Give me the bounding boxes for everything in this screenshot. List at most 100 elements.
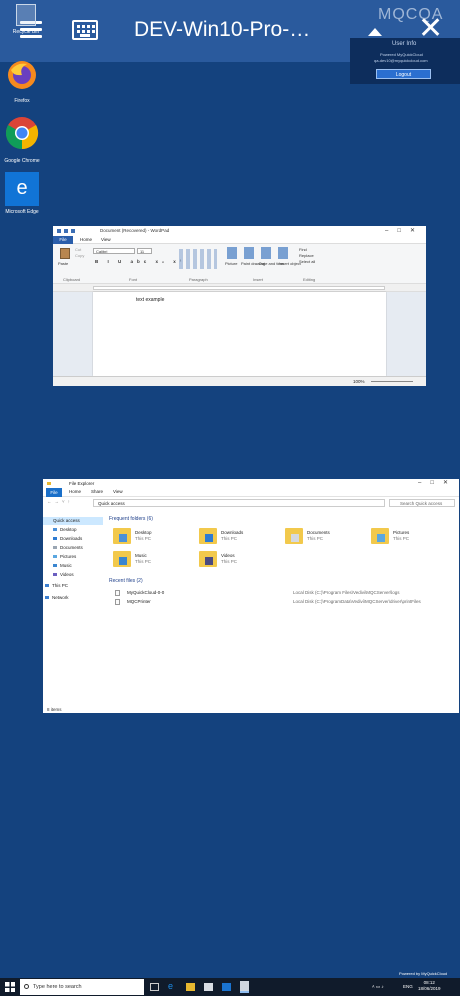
- user-info-line: Powered MyQuickCloud: [380, 52, 423, 57]
- nav-documents[interactable]: Documents: [53, 545, 83, 550]
- edge-taskbar-icon[interactable]: e: [168, 981, 177, 991]
- recent-files-header[interactable]: Recent files (2): [109, 578, 143, 584]
- wordpad-ribbon: Paste Cut Copy Calibri 11 B I U abc x₂ x…: [53, 244, 426, 284]
- wordpad-taskbar-icon[interactable]: [240, 981, 249, 993]
- explorer-titlebar: File Explorer –□✕: [43, 479, 459, 488]
- font-size-select[interactable]: 11: [137, 248, 152, 254]
- desktop-icon-label: Firefox: [14, 98, 30, 104]
- folder-icon: [47, 482, 51, 485]
- language-indicator[interactable]: ENG: [403, 984, 413, 989]
- paragraph-icons[interactable]: [179, 249, 217, 269]
- desktop-icon-firefox[interactable]: Firefox: [2, 60, 42, 104]
- tray-icons[interactable]: ˄ ▭ ♪: [372, 984, 384, 990]
- tab-file[interactable]: File: [46, 488, 62, 497]
- window-controls[interactable]: –□✕: [418, 479, 457, 488]
- folder-downloads[interactable]: Downloads This PC: [199, 528, 279, 548]
- nav-videos[interactable]: Videos: [53, 572, 74, 577]
- tab-home[interactable]: Home: [69, 489, 81, 494]
- tab-home[interactable]: Home: [80, 237, 92, 242]
- mail-icon[interactable]: [222, 983, 231, 991]
- paste-icon[interactable]: [60, 248, 70, 259]
- document-text[interactable]: text example: [136, 297, 164, 303]
- nav-pictures[interactable]: Pictures: [53, 554, 76, 559]
- desktop-icon-recycle-bin[interactable]: Recycle Bin: [6, 4, 46, 35]
- pictures-folder-icon: [371, 528, 389, 544]
- explorer-ribbon-tabs: File Home Share View: [43, 488, 459, 497]
- group-label-insert: Insert: [253, 277, 264, 282]
- zoom-level: 100%: [353, 379, 365, 384]
- folder-pictures[interactable]: Pictures This PC: [371, 528, 451, 548]
- nav-music[interactable]: Music: [53, 563, 72, 568]
- recent-file-row[interactable]: MQCPrinter Local Disk (C:)\ProgramData\Ve…: [115, 598, 455, 606]
- keyboard-icon[interactable]: [72, 20, 98, 40]
- format-buttons[interactable]: B I U abc x₂ x²: [95, 259, 185, 264]
- group-label-editing: Editing: [303, 277, 316, 282]
- taskbar-search-input[interactable]: Type here to search: [20, 979, 144, 995]
- document-page[interactable]: text example: [93, 292, 386, 376]
- zoom-slider[interactable]: [371, 381, 413, 382]
- search-input[interactable]: Search Quick access: [389, 499, 455, 507]
- item-count: 8 items: [47, 707, 62, 712]
- insert-icons[interactable]: [227, 247, 289, 259]
- folder-videos[interactable]: Videos This PC: [199, 551, 279, 571]
- tab-file[interactable]: File: [53, 236, 73, 244]
- copy-button[interactable]: Copy: [75, 253, 84, 258]
- wordpad-ribbon-tabs: File Home View: [53, 236, 426, 244]
- recent-file-row[interactable]: MyQuickCloud-0-0 Local Disk (C:)\Program …: [115, 589, 455, 597]
- windows-start-icon[interactable]: [5, 982, 15, 992]
- tab-view[interactable]: View: [113, 489, 123, 494]
- nav-quick-access[interactable]: Quick access: [43, 517, 103, 525]
- insert-picture-button[interactable]: Picture: [225, 261, 237, 266]
- file-explorer-taskbar-icon[interactable]: [186, 983, 195, 991]
- desktop-icon-chrome[interactable]: Google Chrome: [2, 116, 42, 164]
- desktop-icon-label: Google Chrome: [4, 158, 40, 164]
- user-info-title: User Info: [392, 41, 417, 47]
- taskbar: Type here to search e ˄ ▭ ♪ ENG 08:12 18…: [0, 978, 460, 996]
- cut-button[interactable]: Cut: [75, 247, 81, 252]
- clock[interactable]: 08:12 18/06/2019: [418, 980, 441, 992]
- search-placeholder: Search Quick access: [400, 501, 443, 506]
- frequent-folders-header[interactable]: Frequent folders (6): [109, 516, 153, 522]
- search-icon: [24, 984, 29, 989]
- powered-by-label: Powered by MyQuickCloud: [399, 971, 448, 976]
- address-bar[interactable]: Quick access: [93, 499, 385, 507]
- group-label-font: Font: [129, 277, 138, 282]
- user-info-panel: User Info Powered MyQuickCloud qa-dev10@…: [350, 38, 460, 84]
- session-title: DEV-Win10-Pro-…: [134, 18, 311, 41]
- edge-icon: e: [5, 172, 39, 206]
- nav-arrows-icon[interactable]: ←→˅↑: [47, 499, 73, 504]
- store-icon[interactable]: [204, 983, 213, 991]
- nav-this-pc[interactable]: This PC: [45, 583, 68, 588]
- desktop-icon-label: Microsoft Edge: [5, 209, 39, 215]
- wordpad-window: Document (Recovered) - WordPad –□✕ File …: [53, 226, 426, 386]
- logout-button[interactable]: Logout: [376, 69, 431, 79]
- collapse-up-icon[interactable]: [368, 28, 382, 36]
- tab-view[interactable]: View: [101, 237, 111, 242]
- nav-desktop[interactable]: Desktop: [53, 527, 77, 532]
- nav-network[interactable]: Network: [45, 595, 69, 600]
- firefox-icon: [8, 61, 36, 89]
- downloads-folder-icon: [199, 528, 217, 544]
- quick-access-toolbar[interactable]: [57, 229, 89, 233]
- nav-downloads[interactable]: Downloads: [53, 536, 82, 541]
- task-view-icon[interactable]: [150, 983, 159, 991]
- editing-group: Find Replace Select all: [299, 247, 315, 265]
- clock-date: 18/06/2019: [418, 986, 441, 991]
- font-family-select[interactable]: Calibri: [93, 248, 135, 254]
- insert-object-button[interactable]: Insert object: [279, 261, 301, 266]
- desktop-icon-edge[interactable]: e Microsoft Edge: [2, 172, 42, 215]
- search-placeholder: Type here to search: [33, 984, 82, 990]
- window-controls[interactable]: –□✕: [385, 226, 424, 236]
- tab-share[interactable]: Share: [91, 489, 103, 494]
- file-explorer-window: File Explorer –□✕ File Home Share View ←…: [43, 479, 459, 713]
- group-label-paragraph: Paragraph: [189, 277, 208, 282]
- videos-folder-icon: [199, 551, 217, 567]
- ruler[interactable]: [53, 284, 426, 292]
- desktop-folder-icon: [113, 528, 131, 544]
- file-icon: [115, 590, 120, 596]
- folder-desktop[interactable]: Desktop This PC: [113, 528, 193, 548]
- folder-music[interactable]: Music This PC: [113, 551, 193, 571]
- folder-documents[interactable]: Documents This PC: [285, 528, 365, 548]
- select-all-button[interactable]: Select all: [299, 259, 315, 265]
- file-icon: [115, 599, 120, 605]
